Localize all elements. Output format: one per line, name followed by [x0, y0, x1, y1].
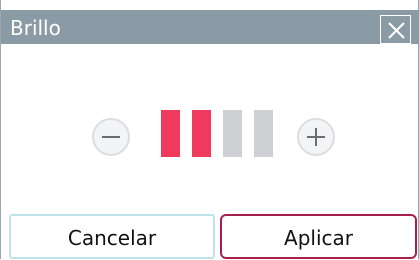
brightness-dialog: Brillo Cancelar Aplicar — [0, 0, 419, 259]
dialog-actions: Cancelar Aplicar — [1, 214, 419, 259]
brightness-segment — [192, 110, 211, 157]
apply-button[interactable]: Aplicar — [220, 214, 417, 259]
close-icon — [388, 22, 405, 39]
increase-brightness-button[interactable] — [297, 118, 335, 156]
title-bar: Brillo — [1, 10, 419, 44]
dialog-title: Brillo — [10, 16, 61, 40]
plus-icon — [307, 128, 325, 146]
close-button[interactable] — [380, 15, 411, 44]
minus-icon — [102, 136, 120, 138]
brightness-segment — [254, 110, 273, 157]
decrease-brightness-button[interactable] — [92, 118, 130, 156]
brightness-segment — [161, 110, 180, 157]
brightness-segment — [223, 110, 242, 157]
cancel-button[interactable]: Cancelar — [9, 214, 215, 259]
